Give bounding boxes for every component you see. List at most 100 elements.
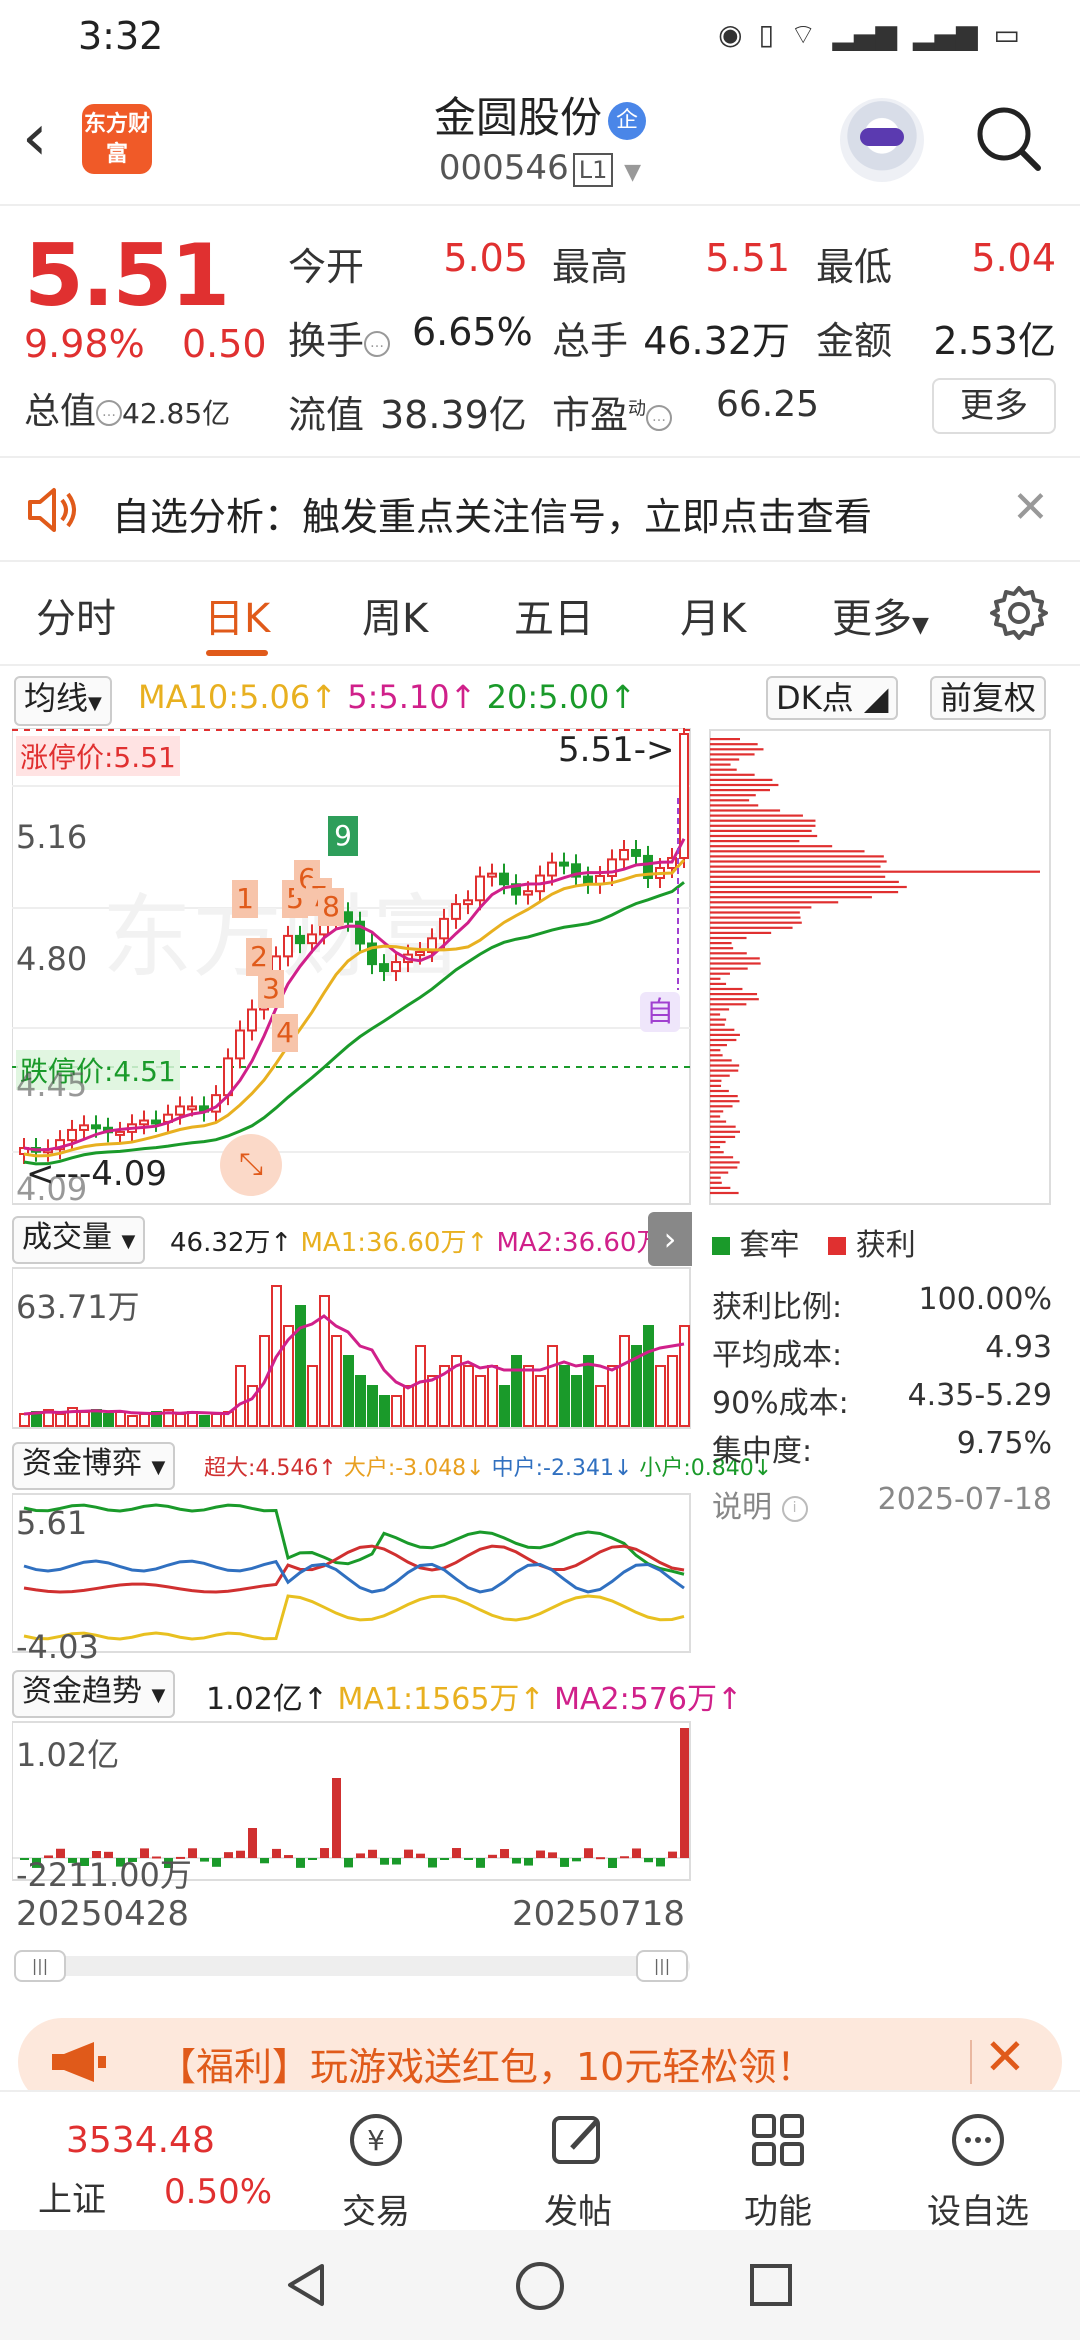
- chip-bar: [710, 880, 899, 883]
- trend-bar: [428, 1858, 437, 1868]
- volume-bar: [235, 1365, 246, 1427]
- high-label: 最高: [552, 245, 629, 289]
- status-bar: 3:32 ◉ ▯ ⌔ ▂▄▆ ▂▄▆ ▭: [0, 0, 1080, 76]
- chart-range-scrollbar[interactable]: [14, 1956, 690, 1976]
- volume-bar: [199, 1415, 210, 1427]
- chip-bar: [710, 1100, 740, 1103]
- quote-panel: 5.51 9.98% 0.50 总值… 42.85亿 今开 5.05 最高 5.5…: [0, 206, 1080, 458]
- trend-bar: [380, 1858, 389, 1865]
- chip-bar: [710, 1115, 721, 1118]
- expand-panel-arrow-icon[interactable]: ›: [648, 1212, 692, 1266]
- chip-bar: [710, 952, 747, 955]
- candle: [139, 1119, 149, 1126]
- volume-bar: [331, 1335, 342, 1427]
- chip-bar: [710, 1049, 721, 1052]
- index-name[interactable]: 上证: [38, 2172, 106, 2221]
- fund-trend-selector[interactable]: 资金趋势 ▼: [12, 1670, 176, 1718]
- post-button[interactable]: 发帖: [508, 2108, 648, 2233]
- fund-game-selector[interactable]: 资金博弈 ▼: [12, 1442, 176, 1490]
- tab-daily-k[interactable]: 日K: [204, 586, 270, 644]
- chip-bar: [710, 957, 760, 960]
- wifi-icon: ⌔: [789, 18, 817, 51]
- chip-bar: [710, 855, 884, 858]
- last-price-arrow: 5.51->: [558, 730, 675, 770]
- enterprise-badge-icon: 企: [608, 101, 646, 140]
- trend-bar: [452, 1848, 461, 1858]
- more-dots-icon: [952, 2114, 1004, 2166]
- chip-bar: [710, 814, 803, 817]
- chip-row-value: 9.75%: [956, 1426, 1052, 1461]
- post-label: 发帖: [544, 2192, 612, 2232]
- candle: [67, 1128, 77, 1142]
- chip-bar: [710, 977, 721, 980]
- trend-bar: [608, 1858, 617, 1868]
- volume-bar: [415, 1345, 426, 1427]
- info-dot-icon[interactable]: …: [646, 404, 673, 431]
- chip-bar: [710, 738, 741, 741]
- chip-bar: [710, 809, 781, 812]
- signal-1: 1: [232, 880, 258, 918]
- range-handle-left[interactable]: |||: [14, 1950, 66, 1982]
- chip-bar: [710, 748, 764, 751]
- chip-bar: [710, 987, 743, 991]
- bottom-toolbar: 3534.48 上证 0.50% ¥ 交易 发帖 功能 设自选: [0, 2090, 1080, 2233]
- candle: [235, 1029, 245, 1060]
- index-value[interactable]: 3534.48: [66, 2120, 215, 2161]
- chip-row-label: 平均成本:: [712, 1338, 843, 1373]
- self-select-marker[interactable]: 自: [640, 992, 680, 1032]
- search-icon[interactable]: [972, 102, 1044, 174]
- volume-bar: [115, 1411, 126, 1427]
- ma10-legend: MA10:5.06↑: [138, 678, 338, 716]
- fund-legend: 超大:4.546↑ 大户:-3.048↓ 中户:-2.341↓ 小户:0.840…: [204, 1456, 773, 1481]
- tab-five-day[interactable]: 五日: [514, 586, 594, 644]
- robot-avatar-icon[interactable]: [840, 98, 924, 182]
- close-banner-icon[interactable]: ✕: [984, 2028, 1026, 2086]
- index-percent[interactable]: 0.50%: [164, 2172, 272, 2212]
- range-handle-right[interactable]: |||: [636, 1950, 688, 1982]
- adjust-selector[interactable]: 前复权: [930, 676, 1047, 720]
- settings-gear-icon[interactable]: [990, 584, 1048, 642]
- add-watchlist-button[interactable]: 设自选: [908, 2108, 1048, 2233]
- tab-more[interactable]: 更多▼: [832, 586, 929, 644]
- current-price: 5.51: [24, 226, 230, 326]
- info-dot-icon[interactable]: …: [96, 400, 123, 426]
- candle: [175, 1105, 185, 1116]
- more-button[interactable]: 更多: [932, 378, 1056, 434]
- trend-bar: [476, 1858, 485, 1868]
- trend-bar: [260, 1858, 269, 1864]
- total-value: 42.85亿: [122, 397, 231, 430]
- candle: [547, 861, 557, 877]
- stock-code: 000546: [438, 148, 569, 188]
- volume-bar: [211, 1413, 222, 1427]
- nav-home-icon[interactable]: [514, 2260, 566, 2312]
- candle: [583, 875, 593, 885]
- chip-bar: [710, 1125, 736, 1128]
- y-axis-label: 4.45: [16, 1066, 88, 1104]
- tab-weekly-k[interactable]: 周K: [362, 586, 428, 644]
- analysis-notice[interactable]: 自选分析：触发重点关注信号，立即点击查看 ✕: [0, 458, 1080, 562]
- volume-selector[interactable]: 成交量 ▼: [12, 1216, 146, 1264]
- kline-chart[interactable]: 东方财富: [12, 728, 692, 1968]
- dk-point-selector[interactable]: DK点 ◢: [766, 676, 899, 720]
- tab-intraday[interactable]: 分时: [36, 586, 116, 644]
- trend-bar: [524, 1858, 533, 1866]
- ma-selector[interactable]: 均线▼: [14, 676, 112, 726]
- trend-bar: [656, 1858, 665, 1867]
- nav-back-icon[interactable]: [282, 2260, 332, 2310]
- function-button[interactable]: 功能: [708, 2108, 848, 2233]
- chip-bar: [710, 1166, 738, 1169]
- chip-bar: [710, 896, 872, 899]
- expand-chart-icon[interactable]: ⤡: [220, 1134, 282, 1196]
- chip-bar: [710, 799, 750, 802]
- chip-bar: [710, 967, 748, 970]
- close-icon[interactable]: ✕: [1012, 482, 1049, 533]
- trade-button[interactable]: ¥ 交易: [306, 2108, 446, 2233]
- trend-bar: [488, 1854, 497, 1858]
- tab-monthly-k[interactable]: 月K: [680, 586, 746, 644]
- trend-bar: [248, 1828, 257, 1858]
- info-dot-icon[interactable]: …: [364, 330, 391, 357]
- svg-text:¥: ¥: [367, 2124, 385, 2157]
- chip-note-link[interactable]: 说明 i: [712, 1482, 808, 1526]
- chip-bar: [710, 1044, 727, 1047]
- nav-recents-icon[interactable]: [746, 2260, 796, 2310]
